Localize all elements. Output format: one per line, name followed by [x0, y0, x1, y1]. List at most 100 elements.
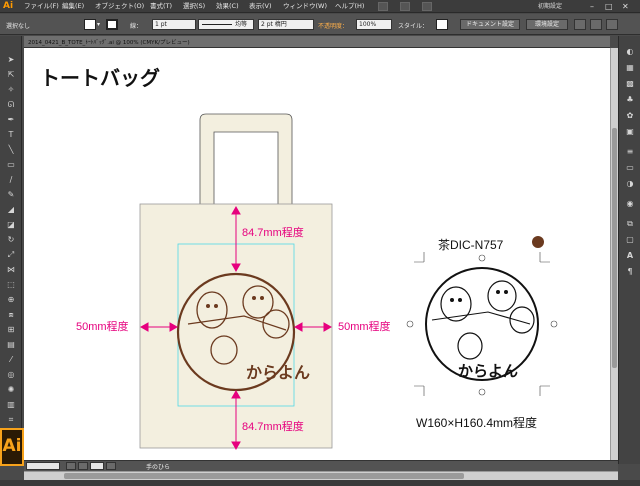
dim-bottom-label: 84.7mm程度 [242, 421, 304, 433]
vertical-scroll-thumb[interactable] [612, 128, 617, 368]
logo-preview: からよん [425, 267, 539, 381]
fill-dropdown-icon[interactable]: ▾ [97, 19, 103, 30]
artboard-canvas[interactable]: トートバッグ からよん からよん 84.7mm程度 84.7mm程度 50mm程… [24, 48, 610, 460]
direct-selection-tool-icon[interactable]: ⇱ [5, 69, 17, 81]
artboard-nav-first[interactable] [66, 462, 76, 470]
artwork-svg: からよん からよん [139, 113, 558, 451]
character-panel-icon[interactable]: A [624, 250, 636, 262]
zoom-field[interactable] [26, 462, 60, 470]
graphic-styles-icon[interactable]: ▣ [624, 126, 636, 138]
menu-view[interactable]: 表示(V) [249, 0, 272, 13]
current-tool-label: 手のひら [146, 464, 171, 471]
swatches-panel-icon[interactable]: ▩ [624, 78, 636, 90]
bag-handle [199, 113, 293, 207]
bridge-icon[interactable] [378, 2, 388, 11]
brush-dropdown[interactable]: 2 pt 楕円 [258, 19, 314, 30]
menu-type[interactable]: 書式(T) [150, 0, 172, 13]
status-bar: 手のひら [24, 460, 618, 471]
line-tool-icon[interactable]: ╲ [5, 144, 17, 156]
rectangle-tool-icon[interactable]: ▭ [5, 159, 17, 171]
artboard-tool-icon[interactable]: ⌗ [5, 414, 17, 426]
stroke-style-dropdown[interactable]: 均等 [198, 19, 254, 30]
document-setup-button[interactable]: ドキュメント設定 [460, 19, 520, 30]
symbol-sprayer-tool-icon[interactable]: ✺ [5, 384, 17, 396]
dim-left-label: 50mm程度 [76, 321, 129, 333]
color-guide-icon[interactable]: ▦ [624, 62, 636, 74]
paintbrush-tool-icon[interactable]: ∕ [5, 174, 17, 186]
magic-wand-tool-icon[interactable]: ✧ [5, 84, 17, 96]
preview-logo-text: からよん [458, 362, 518, 380]
artboard-nav-next[interactable] [106, 462, 116, 470]
eyedropper-tool-icon[interactable]: ⁄ [5, 354, 17, 366]
brushes-panel-icon[interactable]: ♣ [624, 94, 636, 106]
workspace-switcher[interactable]: 初期設定 [538, 2, 562, 11]
free-transform-tool-icon[interactable]: ⬚ [5, 279, 17, 291]
menu-bar: Ai ファイル(F) 編集(E) オブジェクト(O) 書式(T) 選択(S) 効… [0, 0, 640, 13]
app-logo: Ai [3, 1, 14, 11]
align-icon[interactable] [574, 19, 586, 30]
artboard-number-field[interactable] [90, 462, 104, 470]
rotate-tool-icon[interactable]: ↻ [5, 234, 17, 246]
scale-tool-icon[interactable]: ⤢ [5, 249, 17, 261]
stroke-style-label: 均等 [235, 21, 248, 28]
width-tool-icon[interactable]: ⋈ [5, 264, 17, 276]
menu-edit[interactable]: 編集(E) [62, 0, 84, 13]
opacity-label[interactable]: 不透明度： [318, 21, 348, 30]
window-bottom-edge [0, 480, 640, 486]
menu-effect[interactable]: 効果(C) [216, 0, 239, 13]
eraser-tool-icon[interactable]: ◪ [5, 219, 17, 231]
type-tool-icon[interactable]: T [5, 129, 17, 141]
artboards-panel-icon[interactable]: ▢ [624, 234, 636, 246]
document-tab-title: 2014_0421_B_TOTE_ﾄｰﾄﾊﾞｯｸﾞ.ai @ 100% (CMY… [28, 40, 190, 46]
gradient-panel-icon[interactable]: ▭ [624, 162, 636, 174]
menu-window[interactable]: ウィンドウ(W) [283, 0, 327, 13]
appearance-panel-icon[interactable]: ◉ [624, 198, 636, 210]
toolbox: ➤ ⇱ ✧ ᘏ ✒ T ╲ ▭ ∕ ✎ ◢ ◪ ↻ ⤢ ⋈ ⬚ ⊕ ⧈ ⊞ ▤ … [0, 36, 22, 467]
dim-right-label: 50mm程度 [338, 321, 391, 333]
transform-icon[interactable] [590, 19, 602, 30]
control-bar: 選択なし ▾ 線： 1 pt 均等 2 pt 楕円 不透明度： 100% スタイ… [0, 14, 640, 35]
paragraph-panel-icon[interactable]: ¶ [624, 266, 636, 278]
shape-builder-tool-icon[interactable]: ⊕ [5, 294, 17, 306]
gradient-tool-icon[interactable]: ▤ [5, 339, 17, 351]
maximize-icon[interactable]: □ [605, 2, 613, 11]
horizontal-scrollbar[interactable] [24, 471, 618, 480]
preferences-button[interactable]: 環境設定 [526, 19, 568, 30]
stock-icon[interactable] [400, 2, 410, 11]
vertical-scrollbar[interactable] [610, 48, 618, 460]
menu-object[interactable]: オブジェクト(O) [95, 0, 144, 13]
color-swatch-dot [532, 236, 544, 248]
pen-tool-icon[interactable]: ✒ [5, 114, 17, 126]
stroke-panel-icon[interactable]: ≡ [624, 146, 636, 158]
blob-brush-tool-icon[interactable]: ◢ [5, 204, 17, 216]
selection-tool-icon[interactable]: ➤ [5, 54, 17, 66]
horizontal-scroll-thumb[interactable] [64, 473, 464, 479]
graphic-style-swatch[interactable] [436, 19, 448, 30]
lasso-tool-icon[interactable]: ᘏ [5, 99, 17, 111]
panel-menu-icon[interactable] [606, 19, 618, 30]
stroke-swatch[interactable] [106, 19, 118, 30]
stroke-weight-field[interactable]: 1 pt [152, 19, 196, 30]
artboard-nav-prev[interactable] [78, 462, 88, 470]
document-tab[interactable]: 2014_0421_B_TOTE_ﾄｰﾄﾊﾞｯｸﾞ.ai @ 100% (CMY… [24, 36, 610, 48]
fill-swatch[interactable] [84, 19, 96, 30]
perspective-grid-tool-icon[interactable]: ⧈ [5, 309, 17, 321]
pencil-tool-icon[interactable]: ✎ [5, 189, 17, 201]
menu-help[interactable]: ヘルプ(H) [335, 0, 364, 13]
stroke-label: 線： [130, 23, 143, 30]
color-panel-icon[interactable]: ◐ [624, 46, 636, 58]
menu-select[interactable]: 選択(S) [183, 0, 205, 13]
bag-logo-text: からよん [246, 363, 310, 382]
symbols-panel-icon[interactable]: ✿ [624, 110, 636, 122]
opacity-field[interactable]: 100% [356, 19, 392, 30]
arrange-icon[interactable] [422, 2, 432, 11]
mesh-tool-icon[interactable]: ⊞ [5, 324, 17, 336]
layers-panel-icon[interactable]: ⧉ [624, 218, 636, 230]
selection-state: 選択なし [6, 23, 31, 30]
menu-file[interactable]: ファイル(F) [24, 0, 59, 13]
column-graph-tool-icon[interactable]: ▥ [5, 399, 17, 411]
close-icon[interactable]: ✕ [622, 2, 629, 11]
blend-tool-icon[interactable]: ◎ [5, 369, 17, 381]
transparency-panel-icon[interactable]: ◑ [624, 178, 636, 190]
minimize-icon[interactable]: – [590, 2, 594, 11]
